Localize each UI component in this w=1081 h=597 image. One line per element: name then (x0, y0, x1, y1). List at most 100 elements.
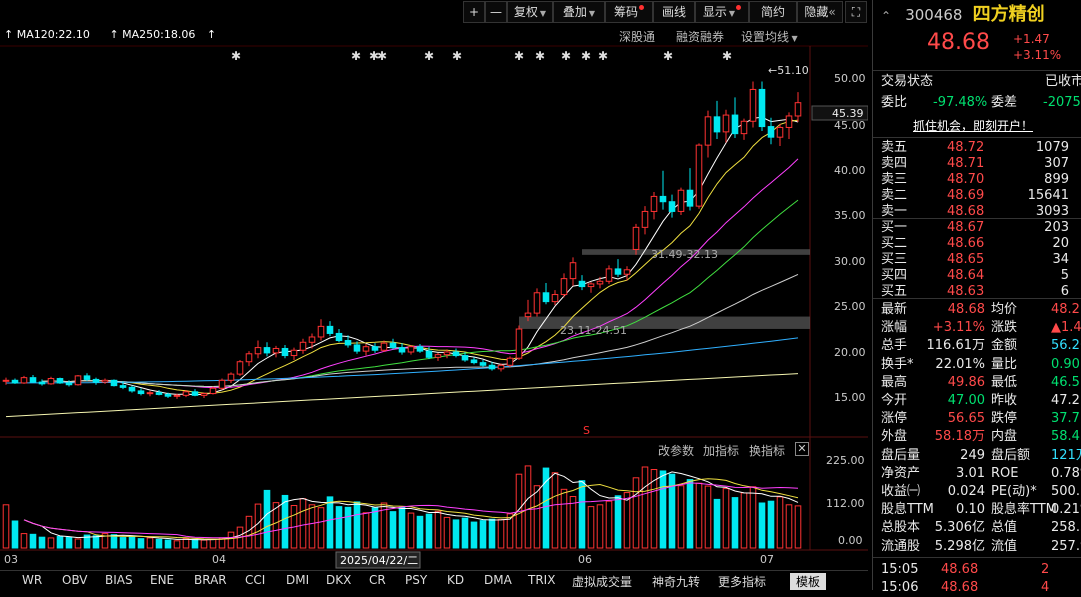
candle-body (659, 195, 667, 203)
candle-body (551, 294, 559, 303)
candle (281, 344, 289, 359)
candle-body (434, 354, 442, 358)
stat-value: 0.21% (1051, 502, 1081, 518)
divider (873, 137, 1081, 138)
indicator-tab[interactable]: PSY (405, 573, 427, 587)
event-star-icon: ✱ (231, 49, 241, 63)
candle-body (281, 347, 289, 357)
close-icon[interactable]: ✕ (795, 442, 809, 456)
stat-value: 257.9亿 (1051, 538, 1081, 554)
candle-body (479, 362, 487, 366)
stat-row: 流通股 5.298亿流值 257.9亿 (881, 538, 1081, 556)
ask-row[interactable]: 卖二 48.69 15641 (881, 188, 1081, 204)
volume-bar (713, 498, 721, 549)
indicator-tab[interactable]: BIAS (105, 573, 133, 587)
stat-value: 37.77 (1051, 411, 1081, 427)
bid-row[interactable]: 买一 48.67 203 (881, 220, 1081, 236)
candle-body (497, 364, 505, 370)
indicator-tab[interactable]: DMA (484, 573, 512, 587)
indicator-tab[interactable]: WR (22, 573, 42, 587)
candle-body (128, 386, 136, 392)
stat-value: 0.024 (947, 484, 985, 499)
indicator-tab[interactable]: CCI (245, 573, 265, 587)
indicator-tab[interactable]: 神奇九转 (652, 573, 700, 590)
volume-bar (74, 538, 82, 549)
chevron-up-icon[interactable]: ⌃ (881, 9, 891, 23)
candle (110, 379, 118, 387)
ask-row[interactable]: 卖三 48.70 899 (881, 172, 1081, 188)
indicator-tab[interactable]: CR (369, 573, 386, 587)
bid-row[interactable]: 买二 48.66 20 (881, 236, 1081, 252)
candle-body (407, 346, 415, 353)
ma60-line (41, 273, 799, 388)
candle (146, 390, 154, 397)
candle-body (83, 375, 91, 380)
indicator-tab[interactable]: DMI (286, 573, 309, 587)
indicator-tab[interactable]: BRAR (194, 573, 227, 587)
candle-body (713, 116, 721, 133)
indicator-tab[interactable]: 虚拟成交量 (572, 573, 632, 590)
candle (659, 170, 667, 210)
price-tick: 40.00 (834, 164, 866, 177)
candle (191, 389, 199, 397)
open-account-link[interactable]: 抓住机会，即刻开户！ (873, 117, 1073, 135)
indicator-tab[interactable]: KD (447, 573, 464, 587)
candle-body (299, 341, 307, 351)
stat-label: 总手 (881, 338, 908, 354)
ask-price: 48.71 (947, 156, 985, 171)
indicator-tab[interactable]: DKX (326, 573, 351, 587)
indicator-tab[interactable]: ENE (150, 573, 174, 587)
candle-body (389, 342, 397, 349)
ask-volume: 15641 (1027, 188, 1069, 203)
volume-bar (623, 492, 631, 549)
stat-row: 净资产 3.01 ROE 0.78% (881, 465, 1081, 483)
bid-row[interactable]: 买四 48.64 5 (881, 268, 1081, 284)
candle (236, 359, 244, 376)
candle (569, 257, 577, 286)
candle-body (11, 379, 19, 384)
candle-body (245, 353, 253, 363)
bid-row[interactable]: 买三 48.65 34 (881, 252, 1081, 268)
candle (407, 344, 415, 355)
stat-label: 最高 (881, 374, 908, 390)
stat-value: 5.306亿 (934, 520, 985, 536)
stat-label: 股息TTM (881, 502, 934, 518)
candle-body (794, 102, 802, 117)
indicator-tab[interactable]: 更多指标 (718, 573, 766, 590)
weibi-label: 委比 (881, 95, 908, 110)
candle-body (614, 268, 622, 275)
kline-chart[interactable]: ✱ ✱ ✱✱ ✱ ✱ ✱ ✱ ✱ ✱ ✱ ✱ ✱ 50.00 45.00 40.00 35.00 30… (0, 0, 868, 570)
candle (551, 290, 559, 306)
candle (92, 377, 100, 385)
volume-bar (722, 488, 730, 549)
gap-lower-annotation: 23.11-24.51 (560, 324, 627, 337)
candle (263, 342, 271, 357)
volume-bar (533, 485, 541, 549)
candle (128, 385, 136, 393)
indicator-tab[interactable]: 模板 (790, 573, 827, 590)
candle-body (740, 120, 748, 135)
volume-bar (155, 538, 163, 549)
indicator-tab[interactable]: OBV (62, 573, 88, 587)
stock-name: 四方精创 (972, 4, 1045, 25)
candle (200, 392, 208, 398)
candle (47, 376, 55, 385)
indicator-tab[interactable]: TRIX (528, 573, 555, 587)
ask-row[interactable]: 卖五 48.72 1079 (881, 140, 1081, 156)
candle-body (29, 377, 37, 383)
stat-row: 换手* 22.01% 量比 0.90 (881, 356, 1081, 374)
candle-body (47, 378, 55, 385)
change-params-link[interactable]: 改参数 (658, 442, 694, 459)
candle (650, 191, 658, 220)
volume-bar (614, 495, 622, 549)
price-block: 48.68 +1.47 +3.11% (881, 30, 1081, 64)
switch-indicator-link[interactable]: 换指标 (749, 442, 785, 459)
candle (677, 187, 685, 215)
high-value: 51.10 (777, 64, 809, 77)
add-indicator-link[interactable]: 加指标 (703, 442, 739, 459)
candle-body (209, 387, 217, 395)
candle (686, 168, 694, 211)
ask-row[interactable]: 卖四 48.71 307 (881, 156, 1081, 172)
volume-bar (749, 486, 757, 549)
weicha-label: 委差 (991, 95, 1018, 110)
